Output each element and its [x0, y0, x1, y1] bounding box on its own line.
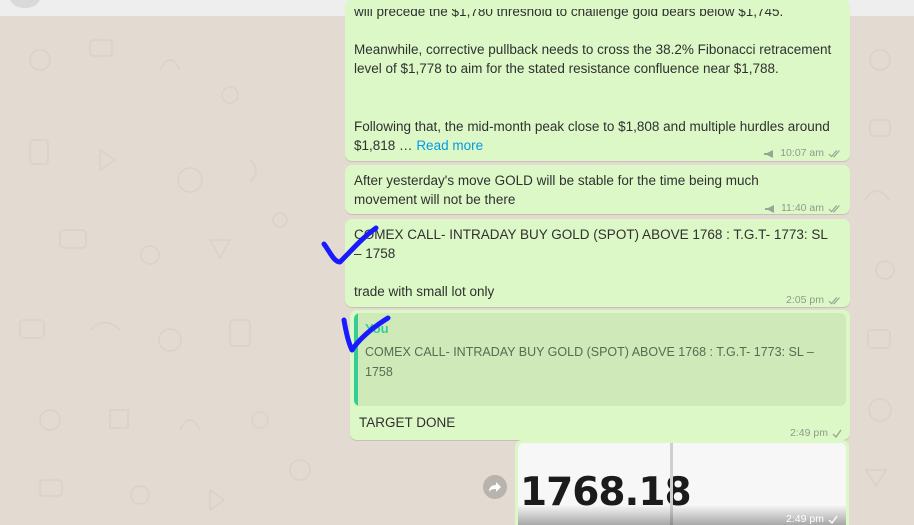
- message-time: 2:05 pm: [786, 294, 824, 306]
- message-bubble-comex-call[interactable]: COMEX CALL- INTRADAY BUY GOLD (SPOT) ABO…: [345, 219, 850, 307]
- read-more-link[interactable]: Read more: [416, 138, 483, 153]
- double-check-icon: [828, 204, 840, 213]
- message-text: TARGET DONE: [359, 415, 456, 430]
- double-check-icon: [828, 296, 840, 305]
- message-meta: 11:40 am: [764, 199, 842, 218]
- quote-author: You: [365, 321, 389, 336]
- message-text-truncated-top: will precede the $1,780 threshold to cha…: [354, 4, 784, 19]
- message-meta: 2:49 pm: [786, 513, 838, 525]
- image-attachment[interactable]: 1768.18 2:49 pm: [518, 443, 846, 525]
- check-icon: [828, 515, 838, 524]
- message-time: 11:40 am: [781, 202, 824, 214]
- message-bubble-image[interactable]: 1768.18 2:49 pm: [515, 440, 849, 525]
- quoted-message[interactable]: You COMEX CALL- INTRADAY BUY GOLD (SPOT)…: [354, 313, 846, 406]
- message-meta: 2:05 pm: [786, 291, 842, 310]
- avatar[interactable]: [10, 0, 40, 8]
- message-time: 2:49 pm: [786, 513, 824, 525]
- message-bubble-gold-stable[interactable]: After yesterday's move GOLD will be stab…: [345, 165, 850, 214]
- megaphone-icon: [764, 149, 774, 158]
- forward-button[interactable]: [483, 475, 507, 499]
- double-check-icon: [828, 149, 840, 158]
- message-text-paragraph: Meanwhile, corrective pullback needs to …: [354, 42, 835, 76]
- quote-text: COMEX CALL- INTRADAY BUY GOLD (SPOT) ABO…: [365, 345, 814, 406]
- quote-accent-bar: [354, 313, 358, 406]
- check-icon: [832, 429, 842, 438]
- message-bubble-analysis[interactable]: will precede the $1,780 threshold to cha…: [345, 0, 850, 161]
- message-time: 10:07 am: [780, 147, 824, 159]
- forward-icon: [489, 482, 501, 492]
- message-text: After yesterday's move GOLD will be stab…: [354, 173, 763, 207]
- message-text: COMEX CALL- INTRADAY BUY GOLD (SPOT) ABO…: [354, 227, 828, 299]
- message-meta: 10:07 am: [763, 144, 842, 163]
- megaphone-icon: [765, 204, 774, 213]
